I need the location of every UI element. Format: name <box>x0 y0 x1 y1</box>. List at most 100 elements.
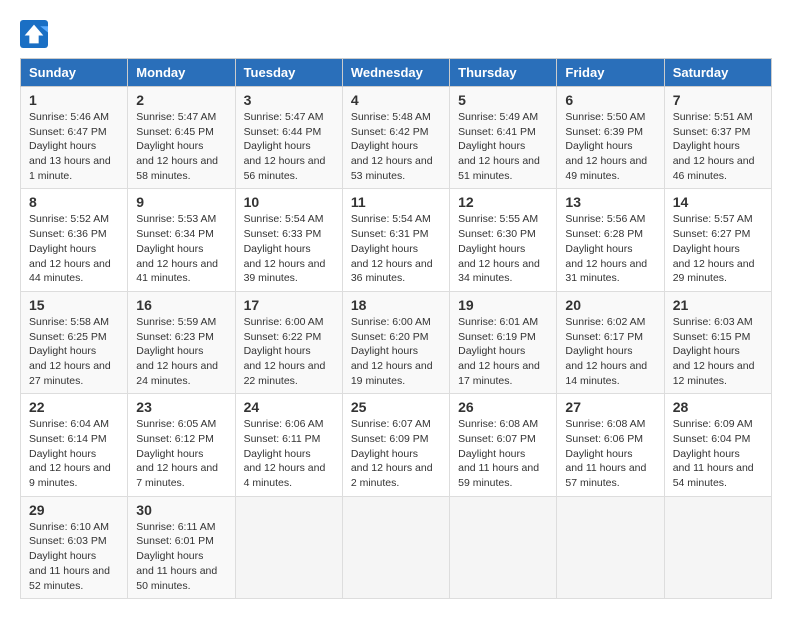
week-row-1: 1 Sunrise: 5:46 AM Sunset: 6:47 PM Dayli… <box>21 87 772 189</box>
day-number: 6 <box>565 92 655 108</box>
day-number: 21 <box>673 297 763 313</box>
day-detail: Sunrise: 5:56 AM Sunset: 6:28 PM Dayligh… <box>565 212 655 285</box>
day-cell: 12 Sunrise: 5:55 AM Sunset: 6:30 PM Dayl… <box>450 189 557 291</box>
day-cell: 30 Sunrise: 6:11 AM Sunset: 6:01 PM Dayl… <box>128 496 235 598</box>
day-cell: 14 Sunrise: 5:57 AM Sunset: 6:27 PM Dayl… <box>664 189 771 291</box>
day-cell: 21 Sunrise: 6:03 AM Sunset: 6:15 PM Dayl… <box>664 291 771 393</box>
day-cell: 13 Sunrise: 5:56 AM Sunset: 6:28 PM Dayl… <box>557 189 664 291</box>
day-detail: Sunrise: 5:55 AM Sunset: 6:30 PM Dayligh… <box>458 212 548 285</box>
day-number: 19 <box>458 297 548 313</box>
day-cell: 29 Sunrise: 6:10 AM Sunset: 6:03 PM Dayl… <box>21 496 128 598</box>
day-number: 18 <box>351 297 441 313</box>
week-row-2: 8 Sunrise: 5:52 AM Sunset: 6:36 PM Dayli… <box>21 189 772 291</box>
day-detail: Sunrise: 5:47 AM Sunset: 6:44 PM Dayligh… <box>244 110 334 183</box>
day-detail: Sunrise: 6:10 AM Sunset: 6:03 PM Dayligh… <box>29 520 119 593</box>
day-detail: Sunrise: 6:03 AM Sunset: 6:15 PM Dayligh… <box>673 315 763 388</box>
day-cell <box>557 496 664 598</box>
day-cell <box>450 496 557 598</box>
day-number: 11 <box>351 194 441 210</box>
day-number: 9 <box>136 194 226 210</box>
day-cell <box>664 496 771 598</box>
logo <box>20 20 52 48</box>
day-number: 3 <box>244 92 334 108</box>
day-cell: 20 Sunrise: 6:02 AM Sunset: 6:17 PM Dayl… <box>557 291 664 393</box>
day-detail: Sunrise: 6:09 AM Sunset: 6:04 PM Dayligh… <box>673 417 763 490</box>
day-number: 22 <box>29 399 119 415</box>
week-row-4: 22 Sunrise: 6:04 AM Sunset: 6:14 PM Dayl… <box>21 394 772 496</box>
day-cell: 2 Sunrise: 5:47 AM Sunset: 6:45 PM Dayli… <box>128 87 235 189</box>
day-number: 23 <box>136 399 226 415</box>
day-number: 13 <box>565 194 655 210</box>
day-cell: 16 Sunrise: 5:59 AM Sunset: 6:23 PM Dayl… <box>128 291 235 393</box>
day-number: 24 <box>244 399 334 415</box>
day-cell: 25 Sunrise: 6:07 AM Sunset: 6:09 PM Dayl… <box>342 394 449 496</box>
day-detail: Sunrise: 6:07 AM Sunset: 6:09 PM Dayligh… <box>351 417 441 490</box>
day-number: 15 <box>29 297 119 313</box>
day-number: 25 <box>351 399 441 415</box>
day-cell <box>342 496 449 598</box>
day-detail: Sunrise: 5:57 AM Sunset: 6:27 PM Dayligh… <box>673 212 763 285</box>
day-detail: Sunrise: 6:11 AM Sunset: 6:01 PM Dayligh… <box>136 520 226 593</box>
day-cell: 28 Sunrise: 6:09 AM Sunset: 6:04 PM Dayl… <box>664 394 771 496</box>
col-header-monday: Monday <box>128 59 235 87</box>
day-cell: 9 Sunrise: 5:53 AM Sunset: 6:34 PM Dayli… <box>128 189 235 291</box>
day-number: 28 <box>673 399 763 415</box>
day-detail: Sunrise: 5:52 AM Sunset: 6:36 PM Dayligh… <box>29 212 119 285</box>
day-cell: 4 Sunrise: 5:48 AM Sunset: 6:42 PM Dayli… <box>342 87 449 189</box>
day-number: 7 <box>673 92 763 108</box>
day-detail: Sunrise: 5:58 AM Sunset: 6:25 PM Dayligh… <box>29 315 119 388</box>
day-cell: 18 Sunrise: 6:00 AM Sunset: 6:20 PM Dayl… <box>342 291 449 393</box>
day-detail: Sunrise: 5:46 AM Sunset: 6:47 PM Dayligh… <box>29 110 119 183</box>
day-detail: Sunrise: 6:04 AM Sunset: 6:14 PM Dayligh… <box>29 417 119 490</box>
col-header-tuesday: Tuesday <box>235 59 342 87</box>
logo-icon <box>20 20 48 48</box>
day-cell: 23 Sunrise: 6:05 AM Sunset: 6:12 PM Dayl… <box>128 394 235 496</box>
day-detail: Sunrise: 5:50 AM Sunset: 6:39 PM Dayligh… <box>565 110 655 183</box>
day-number: 30 <box>136 502 226 518</box>
day-cell: 3 Sunrise: 5:47 AM Sunset: 6:44 PM Dayli… <box>235 87 342 189</box>
day-detail: Sunrise: 5:53 AM Sunset: 6:34 PM Dayligh… <box>136 212 226 285</box>
col-header-wednesday: Wednesday <box>342 59 449 87</box>
col-header-saturday: Saturday <box>664 59 771 87</box>
day-number: 1 <box>29 92 119 108</box>
day-cell: 27 Sunrise: 6:08 AM Sunset: 6:06 PM Dayl… <box>557 394 664 496</box>
day-cell: 26 Sunrise: 6:08 AM Sunset: 6:07 PM Dayl… <box>450 394 557 496</box>
day-detail: Sunrise: 6:00 AM Sunset: 6:22 PM Dayligh… <box>244 315 334 388</box>
day-detail: Sunrise: 6:00 AM Sunset: 6:20 PM Dayligh… <box>351 315 441 388</box>
day-cell: 24 Sunrise: 6:06 AM Sunset: 6:11 PM Dayl… <box>235 394 342 496</box>
day-detail: Sunrise: 6:08 AM Sunset: 6:07 PM Dayligh… <box>458 417 548 490</box>
day-number: 16 <box>136 297 226 313</box>
day-detail: Sunrise: 5:54 AM Sunset: 6:33 PM Dayligh… <box>244 212 334 285</box>
day-detail: Sunrise: 5:48 AM Sunset: 6:42 PM Dayligh… <box>351 110 441 183</box>
day-cell: 8 Sunrise: 5:52 AM Sunset: 6:36 PM Dayli… <box>21 189 128 291</box>
day-number: 29 <box>29 502 119 518</box>
day-cell: 1 Sunrise: 5:46 AM Sunset: 6:47 PM Dayli… <box>21 87 128 189</box>
day-detail: Sunrise: 5:47 AM Sunset: 6:45 PM Dayligh… <box>136 110 226 183</box>
day-detail: Sunrise: 6:05 AM Sunset: 6:12 PM Dayligh… <box>136 417 226 490</box>
day-cell: 17 Sunrise: 6:00 AM Sunset: 6:22 PM Dayl… <box>235 291 342 393</box>
day-number: 26 <box>458 399 548 415</box>
day-detail: Sunrise: 6:08 AM Sunset: 6:06 PM Dayligh… <box>565 417 655 490</box>
day-number: 20 <box>565 297 655 313</box>
col-header-thursday: Thursday <box>450 59 557 87</box>
day-cell: 22 Sunrise: 6:04 AM Sunset: 6:14 PM Dayl… <box>21 394 128 496</box>
day-number: 4 <box>351 92 441 108</box>
day-detail: Sunrise: 6:06 AM Sunset: 6:11 PM Dayligh… <box>244 417 334 490</box>
day-detail: Sunrise: 5:49 AM Sunset: 6:41 PM Dayligh… <box>458 110 548 183</box>
day-number: 27 <box>565 399 655 415</box>
week-row-5: 29 Sunrise: 6:10 AM Sunset: 6:03 PM Dayl… <box>21 496 772 598</box>
day-cell: 10 Sunrise: 5:54 AM Sunset: 6:33 PM Dayl… <box>235 189 342 291</box>
day-detail: Sunrise: 5:54 AM Sunset: 6:31 PM Dayligh… <box>351 212 441 285</box>
day-detail: Sunrise: 5:59 AM Sunset: 6:23 PM Dayligh… <box>136 315 226 388</box>
day-cell: 7 Sunrise: 5:51 AM Sunset: 6:37 PM Dayli… <box>664 87 771 189</box>
col-header-friday: Friday <box>557 59 664 87</box>
day-cell: 5 Sunrise: 5:49 AM Sunset: 6:41 PM Dayli… <box>450 87 557 189</box>
day-number: 10 <box>244 194 334 210</box>
day-number: 14 <box>673 194 763 210</box>
day-cell: 15 Sunrise: 5:58 AM Sunset: 6:25 PM Dayl… <box>21 291 128 393</box>
header-row: SundayMondayTuesdayWednesdayThursdayFrid… <box>21 59 772 87</box>
week-row-3: 15 Sunrise: 5:58 AM Sunset: 6:25 PM Dayl… <box>21 291 772 393</box>
day-cell: 19 Sunrise: 6:01 AM Sunset: 6:19 PM Dayl… <box>450 291 557 393</box>
calendar-table: SundayMondayTuesdayWednesdayThursdayFrid… <box>20 58 772 599</box>
day-number: 2 <box>136 92 226 108</box>
